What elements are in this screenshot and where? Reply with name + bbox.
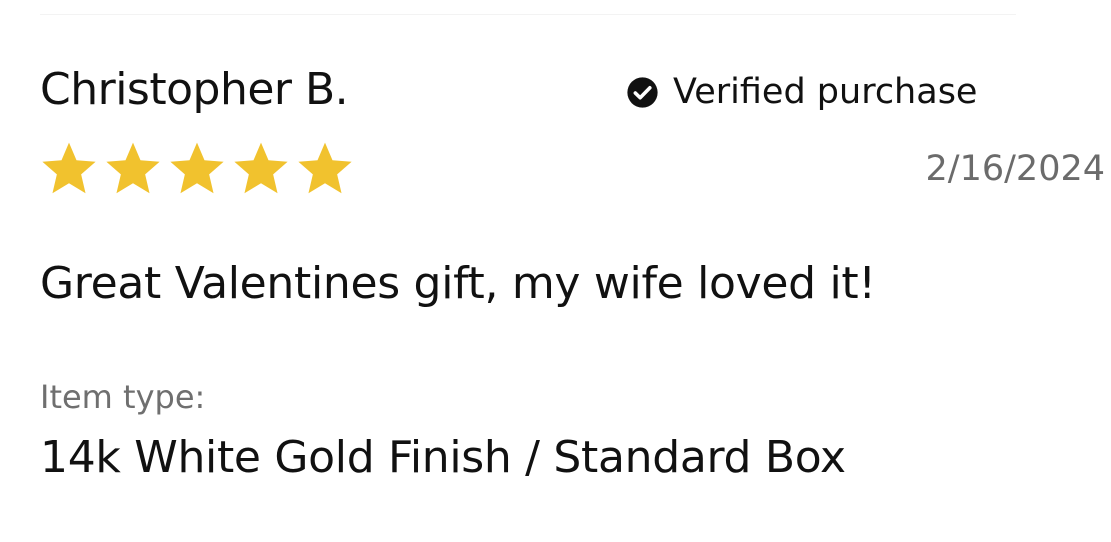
item-type-label: Item type: xyxy=(40,378,206,416)
star-icon xyxy=(106,142,160,194)
star-icon xyxy=(170,142,224,194)
check-circle-icon xyxy=(627,76,658,108)
item-type-value: 14k White Gold Finish / Standard Box xyxy=(40,432,846,483)
review-date: 2/16/2024 xyxy=(925,149,1105,189)
star-icon xyxy=(298,142,352,194)
star-icon xyxy=(42,142,96,194)
review-text: Great Valentines gift, my wife loved it! xyxy=(40,258,876,309)
divider xyxy=(40,14,1016,15)
star-icon xyxy=(234,142,288,194)
verified-label: Verified purchase xyxy=(673,72,978,112)
verified-purchase-badge: Verified purchase xyxy=(626,70,977,114)
reviewer-name: Christopher B. xyxy=(40,64,349,115)
review-card: Christopher B. Verified purchase 2/16/20… xyxy=(0,0,1111,542)
star-rating xyxy=(38,138,356,200)
